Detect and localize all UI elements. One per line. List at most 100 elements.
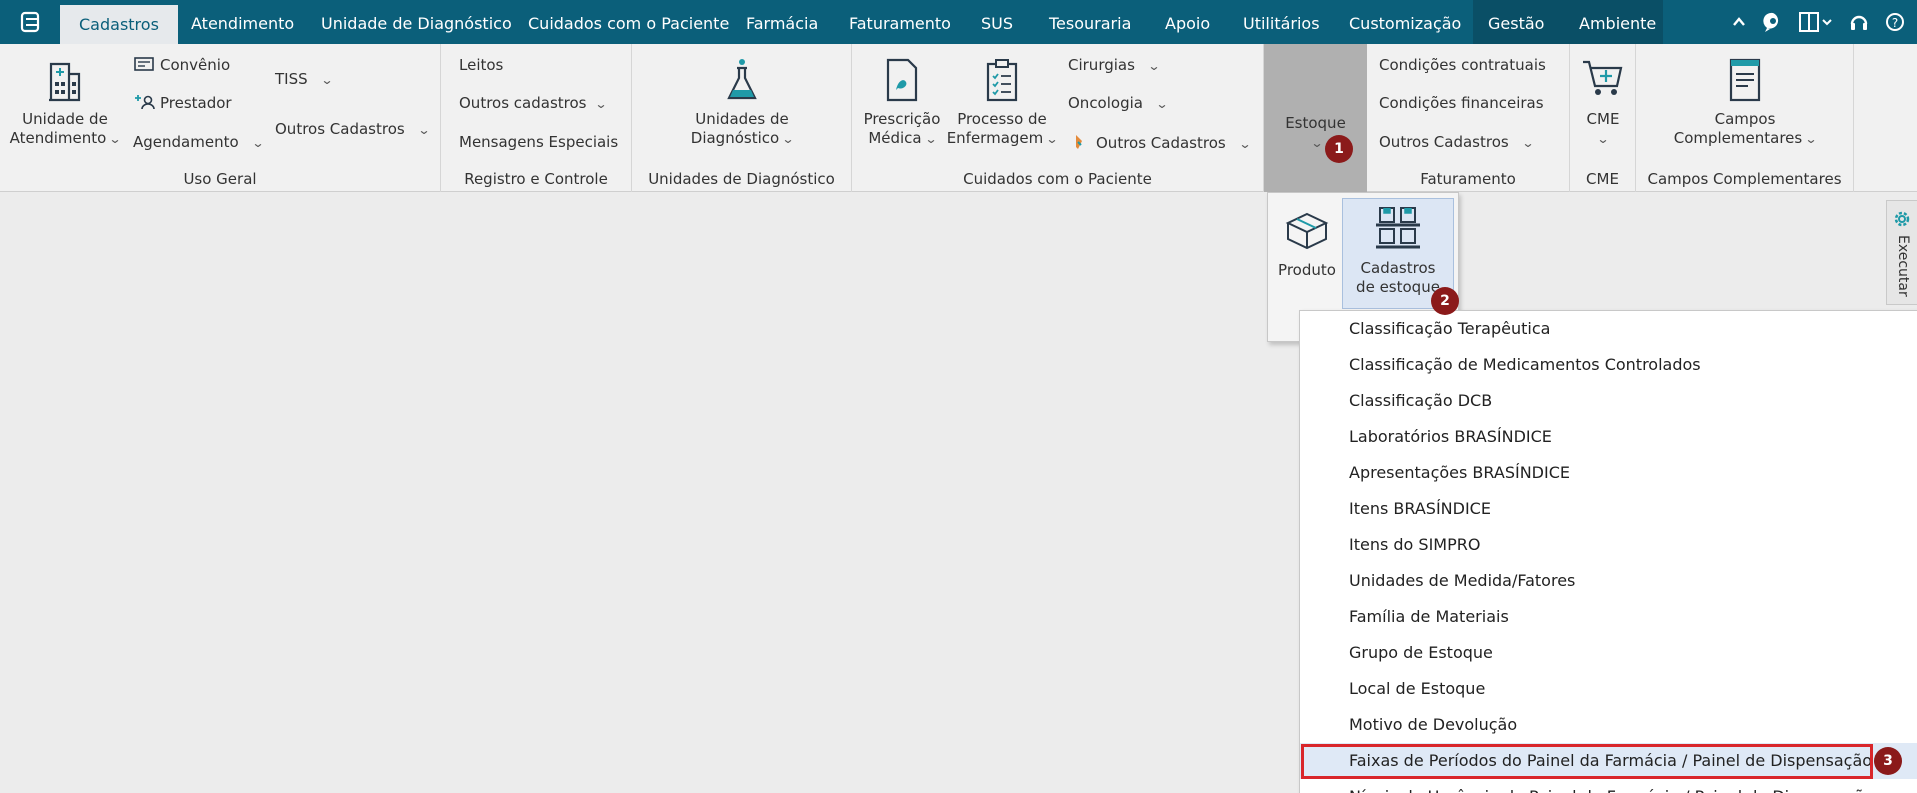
cme-button[interactable]: CME ⌄ xyxy=(1570,58,1636,149)
group-registro-controle: Leitos Outros cadastros ⌄ Mensagens Espec… xyxy=(441,44,632,192)
leitos-button[interactable]: Leitos xyxy=(459,56,503,74)
menu-item-motivo-devolucao[interactable]: Motivo de Devolução xyxy=(1300,707,1917,743)
campos-complementares-button[interactable]: Campos Complementares ⌄ xyxy=(1646,58,1844,149)
group-label-cuidados: Cuidados com o Paciente xyxy=(963,170,1152,188)
prescricao-medica-button[interactable]: Prescrição Médica ⌄ xyxy=(860,58,944,149)
layout-icon[interactable] xyxy=(1799,12,1833,32)
menu-item-apresentacoes-brasindice[interactable]: Apresentações BRASÍNDICE xyxy=(1300,455,1917,491)
chevron-down-icon: ⌄ xyxy=(1310,136,1325,150)
condicoes-financeiras-button[interactable]: Condições financeiras xyxy=(1379,94,1544,112)
prestador-button[interactable]: Prestador xyxy=(134,94,232,112)
group-label-registro: Registro e Controle xyxy=(464,170,608,188)
chevron-down-icon: ⌄ xyxy=(1045,132,1059,146)
chevron-down-icon: ⌄ xyxy=(1596,132,1610,146)
tab-unidade-diagnostico[interactable]: Unidade de Diagnóstico xyxy=(321,0,512,44)
add-person-icon xyxy=(135,95,155,110)
group-faturamento: Condições contratuais Condições financei… xyxy=(1367,44,1570,192)
highlight-box xyxy=(1301,744,1873,779)
shopping-cart-icon xyxy=(1583,60,1623,95)
condicoes-contratuais-button[interactable]: Condições contratuais xyxy=(1379,56,1546,74)
campos-label-1: Campos xyxy=(1714,110,1776,128)
menu-item-classificacao-terapeutica[interactable]: Classificação Terapêutica xyxy=(1300,311,1917,347)
processo-enfermagem-button[interactable]: Processo de Enfermagem ⌄ xyxy=(946,58,1059,149)
menu-item-classificacao-dcb[interactable]: Classificação DCB xyxy=(1300,383,1917,419)
form-document-icon xyxy=(1729,58,1761,102)
tab-tesouraria[interactable]: Tesouraria xyxy=(1049,0,1131,44)
prescricao-label-2: Médica ⌄ xyxy=(868,129,938,147)
menu-item-itens-brasindice[interactable]: Itens BRASÍNDICE xyxy=(1300,491,1917,527)
group-cuidados-paciente: Prescrição Médica ⌄ Processo de Enfermage… xyxy=(852,44,1264,192)
prescription-document-icon xyxy=(886,58,918,102)
chevron-down-icon: ⌄ xyxy=(320,73,334,87)
estoque-button[interactable]: Estoque ⌄ xyxy=(1264,44,1367,192)
chevron-down-icon: ⌄ xyxy=(781,132,795,146)
card-icon xyxy=(134,57,154,71)
menu-item-classificacao-medicamentos-controlados[interactable]: Classificação de Medicamentos Controlado… xyxy=(1300,347,1917,383)
box-icon xyxy=(1285,212,1329,250)
menu-item-familia-materiais[interactable]: Família de Materiais xyxy=(1300,599,1917,635)
group-unidades-diagnostico: Unidades de Diagnóstico ⌄ Unidades de Dia… xyxy=(632,44,852,192)
headset-icon[interactable] xyxy=(1849,12,1869,32)
menu-item-local-estoque[interactable]: Local de Estoque xyxy=(1300,671,1917,707)
tab-utilitarios[interactable]: Utilitários xyxy=(1243,0,1320,44)
oncologia-button[interactable]: Oncologia ⌄ xyxy=(1068,94,1169,112)
group-uso-geral: Unidade de Atendimento ⌄ Convênio Prestad… xyxy=(0,44,441,192)
group-cme: CME ⌄ CME xyxy=(1570,44,1636,192)
help-icon[interactable]: ? xyxy=(1885,12,1905,32)
convenio-button[interactable]: Convênio xyxy=(134,56,230,74)
tab-ambiente[interactable]: Ambiente xyxy=(1579,0,1656,44)
executar-side-tab[interactable]: Executar xyxy=(1886,200,1917,305)
chevron-down-icon: ⌄ xyxy=(1155,97,1169,111)
chevron-down-icon: ⌄ xyxy=(417,123,431,137)
unidade-atendimento-button[interactable]: Unidade de Atendimento ⌄ xyxy=(4,58,126,149)
menu-item-unidades-medida[interactable]: Unidades de Medida/Fatores xyxy=(1300,563,1917,599)
tab-faturamento[interactable]: Faturamento xyxy=(849,0,951,44)
group-label-campos: Campos Complementares xyxy=(1647,170,1842,188)
group-label-uso-geral: Uso Geral xyxy=(183,170,257,188)
tab-gestao[interactable]: Gestão xyxy=(1488,0,1544,44)
chevron-down-icon: ⌄ xyxy=(1147,59,1161,73)
ribbon-tab-bar: Cadastros Atendimento Unidade de Diagnós… xyxy=(0,0,1917,44)
tab-apoio[interactable]: Apoio xyxy=(1165,0,1210,44)
flask-icon xyxy=(727,59,757,100)
app-menu-icon xyxy=(20,11,40,33)
outros-cadastros-faturamento-button[interactable]: Outros Cadastros ⌄ xyxy=(1379,133,1534,151)
outros-cadastros-uso-geral-button[interactable]: Outros Cadastros ⌄ xyxy=(275,120,431,138)
app-menu-button[interactable] xyxy=(8,6,52,38)
outros-cadastros-registro-button[interactable]: Outros cadastros ⌄ xyxy=(459,94,609,112)
menu-item-grupo-estoque[interactable]: Grupo de Estoque xyxy=(1300,635,1917,671)
processo-label-2: Enfermagem ⌄ xyxy=(946,129,1059,147)
mensagens-especiais-button[interactable]: Mensagens Especiais xyxy=(459,133,618,151)
tab-customizacao[interactable]: Customização xyxy=(1349,0,1461,44)
cadastros-estoque-submenu: Classificação Terapêutica Classificação … xyxy=(1299,310,1917,793)
collapse-ribbon-icon[interactable] xyxy=(1731,14,1747,30)
step-badge-2: 2 xyxy=(1431,287,1459,315)
tab-cadastros[interactable]: Cadastros xyxy=(60,5,178,44)
unidades-diagnostico-label-1: Unidades de xyxy=(695,110,789,128)
tab-cuidados-paciente[interactable]: Cuidados com o Paciente xyxy=(528,0,729,44)
tab-atendimento[interactable]: Atendimento xyxy=(191,0,294,44)
unidade-atendimento-label-1: Unidade de xyxy=(22,110,108,128)
menu-item-itens-simpro[interactable]: Itens do SIMPRO xyxy=(1300,527,1917,563)
cirurgias-button[interactable]: Cirurgias ⌄ xyxy=(1068,56,1161,74)
chevron-down-icon: ⌄ xyxy=(594,97,609,111)
group-label-cme: CME xyxy=(1586,170,1619,188)
produto-label: Produto xyxy=(1278,261,1336,279)
group-label-unidades-diagnostico: Unidades de Diagnóstico xyxy=(648,170,835,188)
step-badge-3: 3 xyxy=(1874,747,1902,775)
chevron-down-icon: ⌄ xyxy=(108,132,122,146)
menu-item-niveis-urgencia[interactable]: Níveis de Urgência do Painel da Farmácia… xyxy=(1300,779,1917,793)
produto-button[interactable]: Produto xyxy=(1270,211,1344,280)
tiss-button[interactable]: TISS ⌄ xyxy=(275,70,334,88)
tab-sus[interactable]: SUS xyxy=(981,0,1013,44)
group-label-faturamento: Faturamento xyxy=(1420,170,1516,188)
tab-farmacia[interactable]: Farmácia xyxy=(746,0,818,44)
svg-text:?: ? xyxy=(1892,16,1898,30)
menu-item-laboratorios-brasindice[interactable]: Laboratórios BRASÍNDICE xyxy=(1300,419,1917,455)
agendamento-button[interactable]: Agendamento ⌄ xyxy=(133,133,264,151)
cme-button-label: CME xyxy=(1586,110,1620,128)
outros-cadastros-cuidados-button[interactable]: Outros Cadastros ⌄ xyxy=(1072,133,1251,152)
help-balloon-icon[interactable] xyxy=(1763,11,1783,33)
dropper-icon xyxy=(1076,135,1082,149)
unidades-diagnostico-button[interactable]: Unidades de Diagnóstico ⌄ xyxy=(652,58,832,149)
